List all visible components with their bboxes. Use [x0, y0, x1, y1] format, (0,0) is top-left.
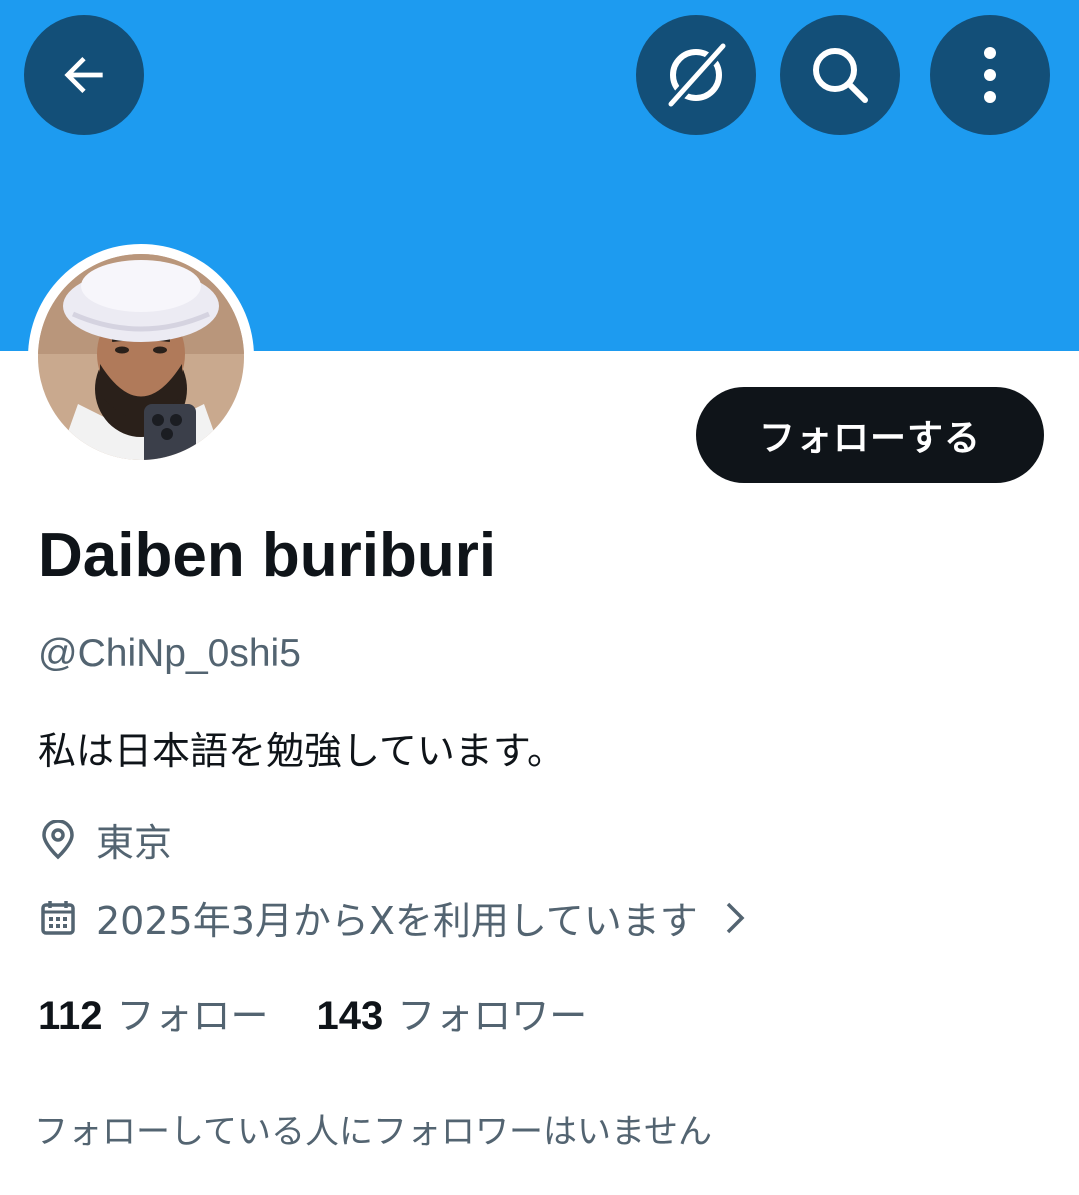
search-button[interactable]	[780, 15, 900, 135]
joined-text: 2025年3月からXを利用しています	[96, 899, 698, 943]
location-row: 東京	[38, 812, 172, 867]
more-options-button[interactable]	[930, 15, 1050, 135]
followers-label: フォロワー	[397, 994, 588, 1038]
grok-button[interactable]	[636, 15, 756, 135]
more-vertical-icon	[984, 47, 996, 103]
mutual-followers-note: フォローしている人にフォロワーはいません	[34, 1112, 712, 1152]
back-button[interactable]	[24, 15, 144, 135]
follow-stats: 112 フォロー 143 フォロワー	[38, 985, 587, 1040]
chevron-right-icon	[724, 900, 746, 936]
followers-count: 143	[316, 994, 384, 1038]
user-handle: @ChiNp_0shi5	[38, 632, 301, 675]
location-text: 東京	[96, 821, 173, 865]
following-count: 112	[38, 994, 103, 1038]
search-icon	[813, 48, 868, 103]
joined-row[interactable]: 2025年3月からXを利用しています	[38, 890, 746, 945]
display-name: Daiben buriburi	[38, 521, 497, 590]
follow-button[interactable]: フォローする	[696, 387, 1044, 483]
back-arrow-icon	[64, 57, 103, 93]
following-stat[interactable]: 112 フォロー	[38, 985, 269, 1040]
calendar-icon	[38, 896, 78, 940]
followers-stat[interactable]: 143 フォロワー	[317, 985, 588, 1040]
profile-avatar[interactable]	[28, 244, 254, 470]
profile-bio: 私は日本語を勉強しています。	[38, 729, 566, 773]
following-label: フォロー	[116, 994, 269, 1038]
location-pin-icon	[38, 818, 78, 862]
avatar	[38, 254, 244, 460]
grok-icon	[668, 43, 726, 107]
